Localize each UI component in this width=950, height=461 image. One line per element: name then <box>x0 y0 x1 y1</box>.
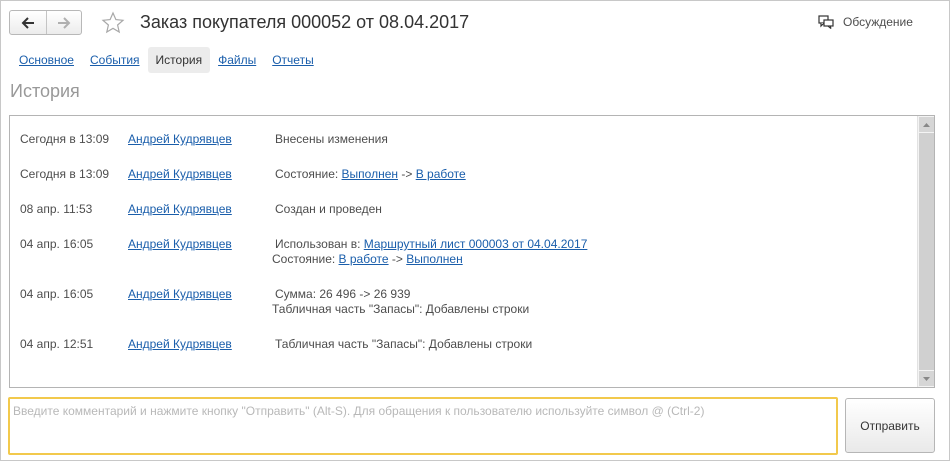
forward-button[interactable] <box>45 11 82 34</box>
history-time: 04 апр. 16:05 <box>20 237 94 251</box>
triangle-down-icon <box>923 376 930 381</box>
history-event: Табличная часть "Запасы": Добавлены стро… <box>275 337 533 351</box>
history-time: 04 апр. 16:05 <box>20 287 94 301</box>
history-time: 08 апр. 11:53 <box>20 202 93 216</box>
favorite-button[interactable] <box>100 10 126 36</box>
triangle-up-icon <box>923 122 930 127</box>
form-window: Заказ покупателя 000052 от 08.04.2017 Об… <box>0 0 950 461</box>
history-user-link[interactable]: Андрей Кудрявцев <box>128 202 232 216</box>
history-list: Сегодня в 13:09 Андрей Кудрявцев Внесены… <box>9 115 935 388</box>
page-title: Заказ покупателя 000052 от 08.04.2017 <box>140 12 470 32</box>
chat-bubbles-icon <box>818 15 834 29</box>
history-user-link[interactable]: Андрей Кудрявцев <box>128 132 232 146</box>
arrow-left-icon <box>21 16 34 29</box>
history-event: Создан и проведен <box>275 202 382 216</box>
scroll-thumb[interactable] <box>919 133 934 370</box>
event-separator: -> <box>388 252 407 266</box>
event-prefix: Состояние: <box>275 167 342 181</box>
history-time: Сегодня в 13:09 <box>20 167 110 181</box>
history-user-link[interactable]: Андрей Кудрявцев <box>128 167 232 181</box>
tab-history[interactable]: История <box>147 47 211 73</box>
tab-main[interactable]: Основное <box>11 47 82 73</box>
star-outline-icon <box>101 11 125 34</box>
history-user-link[interactable]: Андрей Кудрявцев <box>128 287 232 301</box>
tab-files[interactable]: Файлы <box>210 47 264 73</box>
back-button[interactable] <box>10 11 46 34</box>
comment-input[interactable] <box>10 399 836 453</box>
event-prefix: Состояние: <box>272 252 339 266</box>
event-separator: -> <box>398 167 416 181</box>
state-link-from[interactable]: В работе <box>339 252 389 266</box>
history-event: Внесены изменения <box>275 132 388 146</box>
send-button[interactable]: Отправить <box>845 398 935 453</box>
history-event: Сумма: 26 496 -> 26 939 <box>275 287 411 301</box>
discussion-button[interactable]: Обсуждение <box>818 14 913 30</box>
section-title: История <box>10 81 80 101</box>
used-in-document-link[interactable]: Маршрутный лист 000003 от 04.04.2017 <box>364 237 588 251</box>
discussion-label: Обсуждение <box>843 15 913 29</box>
history-user-link[interactable]: Андрей Кудрявцев <box>128 337 232 351</box>
history-event: Использован в: Маршрутный лист 000003 от… <box>275 237 587 251</box>
navigation-buttons <box>9 10 82 35</box>
vertical-scrollbar[interactable] <box>917 116 934 387</box>
history-event-second-line: Состояние: В работе -> Выполнен <box>272 252 463 266</box>
history-event: Состояние: Выполнен -> В работе <box>275 167 466 181</box>
comment-box <box>8 397 838 455</box>
scroll-up-button[interactable] <box>919 117 934 132</box>
state-link-from[interactable]: Выполнен <box>342 167 398 181</box>
history-user-link[interactable]: Андрей Кудрявцев <box>128 237 232 251</box>
arrow-right-icon <box>57 16 71 29</box>
tab-reports[interactable]: Отчеты <box>264 47 321 73</box>
scroll-down-button[interactable] <box>919 371 934 386</box>
history-time: 04 апр. 12:51 <box>20 337 94 351</box>
tab-bar: Основное События История Файлы Отчеты <box>11 47 322 73</box>
history-event-second-line: Табличная часть "Запасы": Добавлены стро… <box>272 302 530 316</box>
history-time: Сегодня в 13:09 <box>20 132 110 146</box>
event-prefix: Использован в: <box>275 237 364 251</box>
state-link-to[interactable]: Выполнен <box>406 252 462 266</box>
tab-events[interactable]: События <box>82 47 148 73</box>
state-link-to[interactable]: В работе <box>416 167 466 181</box>
